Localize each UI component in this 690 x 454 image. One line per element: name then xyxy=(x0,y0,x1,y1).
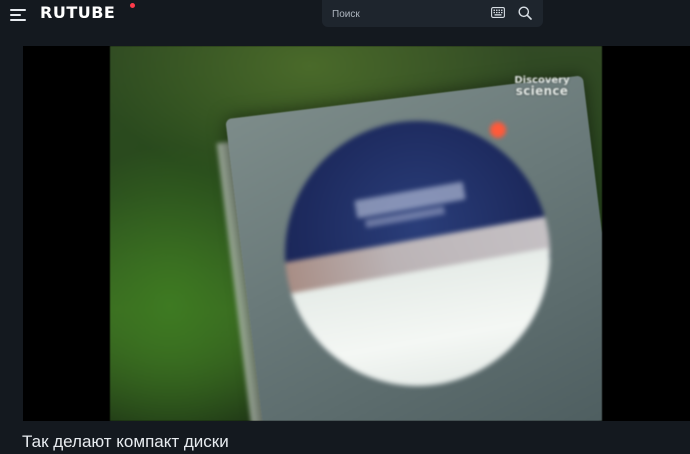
logo-accent-dot xyxy=(130,3,135,8)
video-title: Так делают компакт диски xyxy=(22,432,229,451)
top-header: RUTUBE xyxy=(0,0,690,36)
disc-red-dot xyxy=(490,122,506,138)
watermark-line2: science xyxy=(515,84,569,98)
compact-disc xyxy=(285,121,550,386)
keyboard-icon[interactable] xyxy=(491,7,505,18)
rutube-logo[interactable]: RUTUBE xyxy=(40,3,115,23)
channel-watermark: Discovery science xyxy=(512,75,572,97)
menu-icon[interactable] xyxy=(8,6,28,26)
video-frame: Discovery science xyxy=(110,46,602,421)
video-player[interactable]: Discovery science xyxy=(23,46,690,421)
search-icon[interactable] xyxy=(518,6,532,20)
search-input[interactable] xyxy=(330,3,484,25)
search-bar xyxy=(322,0,543,27)
